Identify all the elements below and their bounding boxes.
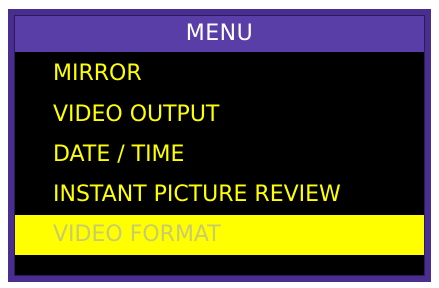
menu-item-mirror[interactable]: MIRROR: [15, 52, 424, 95]
menu-screen: MENU MIRROR VIDEO OUTPUT DATE / TIME INS…: [14, 15, 425, 276]
menu-item-video-output[interactable]: VIDEO OUTPUT: [15, 95, 424, 135]
menu-frame: MENU MIRROR VIDEO OUTPUT DATE / TIME INS…: [8, 9, 431, 282]
menu-title: MENU: [15, 16, 424, 52]
menu-list: MIRROR VIDEO OUTPUT DATE / TIME INSTANT …: [15, 52, 424, 255]
menu-item-video-format[interactable]: VIDEO FORMAT: [15, 215, 424, 255]
menu-item-date-time[interactable]: DATE / TIME: [15, 135, 424, 175]
menu-item-instant-picture-review[interactable]: INSTANT PICTURE REVIEW: [15, 175, 424, 215]
